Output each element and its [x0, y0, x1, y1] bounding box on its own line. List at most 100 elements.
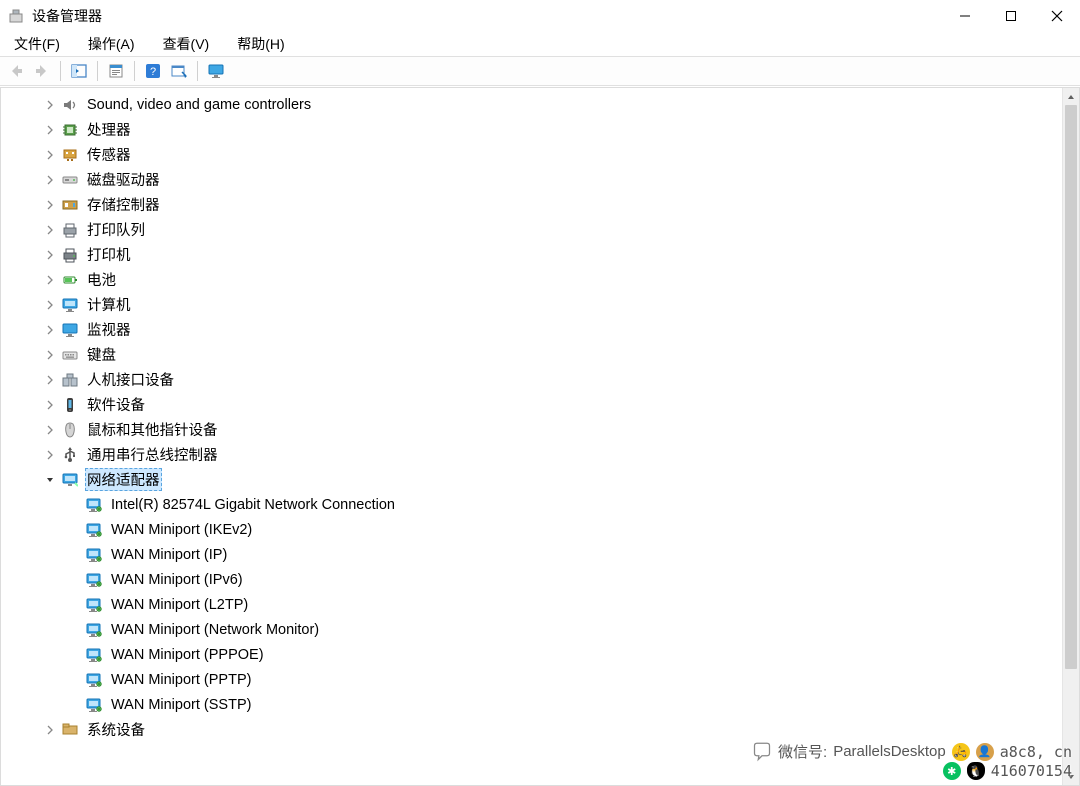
tree-row[interactable]: 鼠标和其他指针设备: [1, 417, 1062, 442]
expand-icon[interactable]: [43, 223, 57, 237]
expand-icon[interactable]: [43, 373, 57, 387]
tree-row[interactable]: WAN Miniport (IP): [1, 542, 1062, 567]
tree-row-label: WAN Miniport (SSTP): [109, 696, 253, 714]
maximize-button[interactable]: [988, 0, 1034, 32]
expander-placeholder: [67, 598, 81, 612]
tree-row[interactable]: 电池: [1, 267, 1062, 292]
titlebar[interactable]: 设备管理器: [0, 0, 1080, 32]
expander-placeholder: [67, 623, 81, 637]
tree-row-label: 通用串行总线控制器: [85, 443, 220, 466]
expand-icon[interactable]: [43, 273, 57, 287]
monitor-devices-button[interactable]: [204, 59, 228, 83]
printqueue-icon: [61, 221, 79, 239]
toolbar-separator: [134, 61, 135, 81]
tree-row[interactable]: WAN Miniport (Network Monitor): [1, 617, 1062, 642]
sensor-icon: [61, 146, 79, 164]
menu-view[interactable]: 查看(V): [157, 32, 216, 56]
nic-icon: [85, 621, 103, 639]
tree-row[interactable]: 通用串行总线控制器: [1, 442, 1062, 467]
tree-row[interactable]: 处理器: [1, 117, 1062, 142]
expand-icon[interactable]: [43, 398, 57, 412]
tree-row[interactable]: 监视器: [1, 317, 1062, 342]
tree-row-label: WAN Miniport (L2TP): [109, 596, 250, 614]
nic-icon: [85, 496, 103, 514]
properties-icon: [108, 63, 124, 79]
device-tree[interactable]: Sound, video and game controllers 处理器传感器磁…: [1, 88, 1062, 785]
tree-row[interactable]: Intel(R) 82574L Gigabit Network Connecti…: [1, 492, 1062, 517]
mouse-icon: [61, 421, 79, 439]
tree-row[interactable]: 存储控制器: [1, 192, 1062, 217]
expand-icon[interactable]: [43, 198, 57, 212]
tree-row-label: WAN Miniport (PPPOE): [109, 646, 266, 664]
menu-action[interactable]: 操作(A): [82, 32, 141, 56]
tree-row[interactable]: 系统设备: [1, 717, 1062, 742]
expand-icon[interactable]: [43, 98, 57, 112]
expand-icon[interactable]: [43, 448, 57, 462]
vertical-scrollbar[interactable]: [1062, 88, 1079, 785]
tree-row[interactable]: 人机接口设备: [1, 367, 1062, 392]
tree-row[interactable]: 键盘: [1, 342, 1062, 367]
expander-placeholder: [67, 673, 81, 687]
tree-row[interactable]: 传感器: [1, 142, 1062, 167]
scroll-track[interactable]: [1063, 105, 1079, 768]
nic-icon: [85, 571, 103, 589]
collapse-icon[interactable]: [43, 473, 57, 487]
expand-icon[interactable]: [43, 173, 57, 187]
expand-icon[interactable]: [43, 723, 57, 737]
tree-row-label: 人机接口设备: [85, 368, 176, 391]
monitor-icon: [208, 63, 224, 79]
expander-placeholder: [67, 498, 81, 512]
scroll-down-button[interactable]: [1063, 768, 1079, 785]
tree-row[interactable]: WAN Miniport (L2TP): [1, 592, 1062, 617]
menu-file[interactable]: 文件(F): [8, 32, 66, 56]
expand-icon[interactable]: [43, 348, 57, 362]
tree-row[interactable]: Sound, video and game controllers: [1, 92, 1062, 117]
expand-icon[interactable]: [43, 323, 57, 337]
tree-row-label: Intel(R) 82574L Gigabit Network Connecti…: [109, 496, 397, 514]
tree-row[interactable]: 软件设备: [1, 392, 1062, 417]
expand-icon[interactable]: [43, 298, 57, 312]
toolbar: [0, 56, 1080, 86]
panel-toggle-icon: [71, 63, 87, 79]
expand-icon[interactable]: [43, 123, 57, 137]
help-icon: [145, 63, 161, 79]
menu-help[interactable]: 帮助(H): [231, 32, 290, 56]
tree-row-label: WAN Miniport (IP): [109, 546, 229, 564]
tree-row-label: 打印机: [85, 243, 133, 266]
help-button[interactable]: [141, 59, 165, 83]
tree-row[interactable]: 打印队列: [1, 217, 1062, 242]
tree-row-label: Sound, video and game controllers: [85, 96, 313, 114]
tree-row[interactable]: WAN Miniport (PPPOE): [1, 642, 1062, 667]
content-area: Sound, video and game controllers 处理器传感器磁…: [0, 87, 1080, 786]
usb-icon: [61, 446, 79, 464]
show-hide-tree-button[interactable]: [67, 59, 91, 83]
tree-row-label: 存储控制器: [85, 193, 162, 216]
scan-hardware-button[interactable]: [167, 59, 191, 83]
properties-button[interactable]: [104, 59, 128, 83]
nic-icon: [85, 646, 103, 664]
tree-row[interactable]: WAN Miniport (PPTP): [1, 667, 1062, 692]
device-manager-window: 设备管理器 文件(F) 操作(A) 查看(V) 帮助(H) Sound, vid…: [0, 0, 1080, 786]
toolbar-separator: [60, 61, 61, 81]
tree-row[interactable]: WAN Miniport (IPv6): [1, 567, 1062, 592]
tree-row[interactable]: WAN Miniport (SSTP): [1, 692, 1062, 717]
tree-row[interactable]: 打印机: [1, 242, 1062, 267]
expander-placeholder: [67, 548, 81, 562]
expand-icon[interactable]: [43, 248, 57, 262]
tree-row-label: WAN Miniport (Network Monitor): [109, 621, 321, 639]
tree-row[interactable]: WAN Miniport (IKEv2): [1, 517, 1062, 542]
tree-row[interactable]: 计算机: [1, 292, 1062, 317]
scroll-up-button[interactable]: [1063, 88, 1079, 105]
expand-icon[interactable]: [43, 423, 57, 437]
close-button[interactable]: [1034, 0, 1080, 32]
tree-row[interactable]: 磁盘驱动器: [1, 167, 1062, 192]
tree-row-label: 网络适配器: [85, 468, 162, 491]
minimize-button[interactable]: [942, 0, 988, 32]
menubar: 文件(F) 操作(A) 查看(V) 帮助(H): [0, 32, 1080, 56]
expand-icon[interactable]: [43, 148, 57, 162]
nav-forward-button: [30, 59, 54, 83]
tree-row[interactable]: 网络适配器: [1, 467, 1062, 492]
scroll-thumb[interactable]: [1065, 105, 1077, 669]
tree-row-label: 打印队列: [85, 218, 147, 241]
tree-row-label: 键盘: [85, 343, 118, 366]
